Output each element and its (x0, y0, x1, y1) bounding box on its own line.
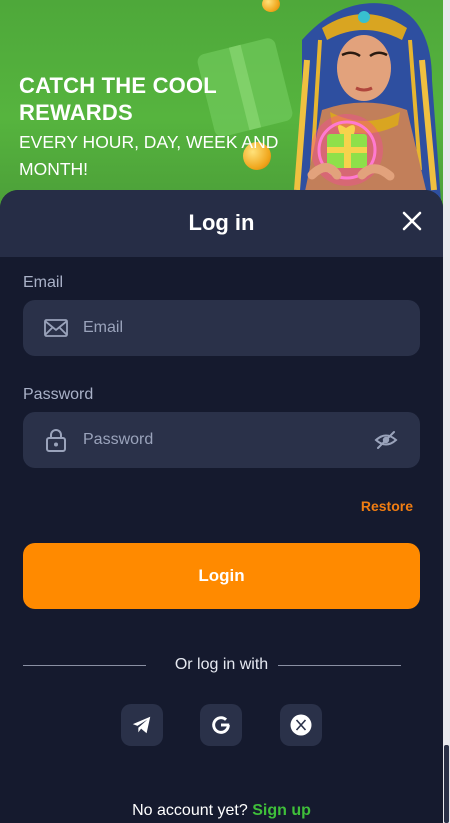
google-login-button[interactable] (200, 704, 242, 746)
modal-title: Log in (188, 210, 255, 235)
signup-link[interactable]: Sign up (252, 802, 311, 819)
no-account-text: No account yet? (132, 802, 248, 819)
coin-decoration (262, 0, 280, 12)
banner-subline: EVERY HOUR, DAY, WEEK AND MONTH! (19, 132, 279, 179)
x-icon (290, 714, 312, 736)
password-input[interactable] (83, 412, 374, 468)
email-input[interactable] (83, 300, 420, 356)
email-field-container[interactable] (23, 300, 420, 356)
promo-banner[interactable]: CATCH THE COOL REWARDS EVERY HOUR, DAY, … (0, 0, 450, 215)
close-icon[interactable] (401, 210, 423, 232)
signup-prompt: No account yet? Sign up (0, 802, 443, 820)
page-scrollbar[interactable] (443, 0, 450, 823)
divider-right (278, 665, 401, 666)
lock-icon (46, 429, 66, 452)
email-label: Email (23, 274, 64, 291)
password-field-container[interactable] (23, 412, 420, 468)
login-button[interactable]: Login (23, 543, 420, 609)
eye-off-icon[interactable] (374, 428, 398, 452)
telegram-login-button[interactable] (121, 704, 163, 746)
envelope-icon (44, 319, 68, 337)
banner-headline: CATCH THE COOL REWARDS (19, 73, 217, 125)
login-modal: Log in Email Password Restore Login Or l… (0, 190, 443, 823)
egyptian-queen-illustration (292, 3, 442, 215)
scrollbar-thumb[interactable] (444, 745, 449, 823)
modal-header: Log in (0, 190, 443, 257)
telegram-icon (132, 716, 151, 734)
x-login-button[interactable] (280, 704, 322, 746)
restore-link[interactable]: Restore (361, 498, 413, 514)
google-icon (212, 716, 230, 734)
password-label: Password (23, 386, 94, 403)
